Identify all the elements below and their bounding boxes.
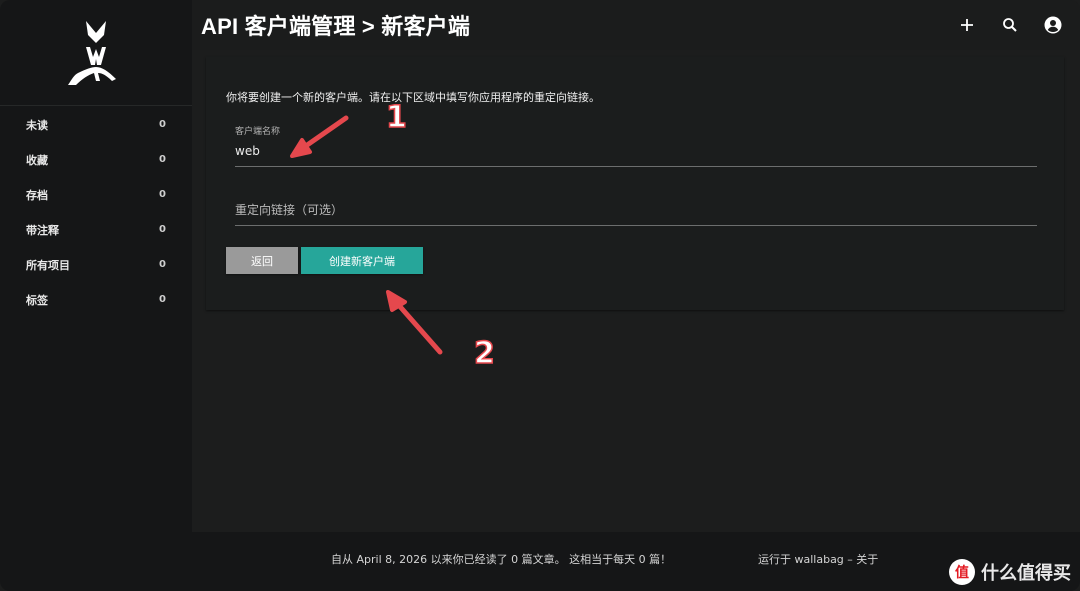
client-name-input[interactable] xyxy=(235,138,1037,167)
sidebar-item-tags[interactable]: 标签 0 xyxy=(0,282,192,317)
top-bar: API 客户端管理 > 新客户端 xyxy=(192,0,1080,50)
sidebar-item-unread[interactable]: 未读 0 xyxy=(0,107,192,142)
sidebar-item-archive[interactable]: 存档 0 xyxy=(0,177,192,212)
watermark: 值 什么值得买 xyxy=(949,559,1071,585)
sidebar-item-count: 0 xyxy=(159,119,166,130)
wallabag-logo-icon xyxy=(68,20,116,85)
watermark-badge-icon: 值 xyxy=(949,559,975,585)
sidebar-item-label: 所有项目 xyxy=(26,258,70,272)
new-client-card: 你将要创建一个新的客户端。请在以下区域中填写你应用程序的重定向链接。 客户端名称… xyxy=(206,57,1064,310)
client-name-field: 客户端名称 xyxy=(235,119,1037,167)
sidebar-item-starred[interactable]: 收藏 0 xyxy=(0,142,192,177)
sidebar-item-label: 带注释 xyxy=(26,223,59,237)
powered-by-link[interactable]: 运行于 wallabag – 关于 xyxy=(758,551,878,567)
footer: 自从 April 8, 2026 以来你已经读了 0 篇文章。 这相当于每天 0… xyxy=(192,532,1080,591)
sidebar-item-label: 存档 xyxy=(26,188,48,202)
back-button[interactable]: 返回 xyxy=(226,247,298,274)
annotation-step-1: 1 xyxy=(385,99,407,136)
sidebar-item-count: 0 xyxy=(159,294,166,305)
sidebar-item-count: 0 xyxy=(159,224,166,235)
client-name-label: 客户端名称 xyxy=(235,127,281,137)
sidebar-item-label: 收藏 xyxy=(26,153,48,167)
sidebar: 未读 0 收藏 0 存档 0 带注释 0 所有项目 0 标签 0 xyxy=(0,0,192,591)
app-window: 未读 0 收藏 0 存档 0 带注释 0 所有项目 0 标签 0 API 客户端管理 > 新… xyxy=(0,0,1080,591)
redirect-uri-input[interactable] xyxy=(235,197,1037,226)
reading-stats: 自从 April 8, 2026 以来你已经读了 0 篇文章。 这相当于每天 0… xyxy=(331,553,672,566)
watermark-text: 什么值得买 xyxy=(981,563,1071,584)
sidebar-item-count: 0 xyxy=(159,154,166,165)
plus-icon[interactable] xyxy=(955,13,979,37)
page-title: API 客户端管理 > 新客户端 xyxy=(201,14,471,39)
redirect-uri-field xyxy=(235,197,1037,226)
sidebar-item-count: 0 xyxy=(159,189,166,200)
intro-text: 你将要创建一个新的客户端。请在以下区域中填写你应用程序的重定向链接。 xyxy=(226,91,600,104)
search-icon[interactable] xyxy=(998,13,1022,37)
create-client-button[interactable]: 创建新客户端 xyxy=(301,247,423,274)
account-icon[interactable] xyxy=(1041,13,1065,37)
sidebar-item-count: 0 xyxy=(159,259,166,270)
annotation-step-2: 2 xyxy=(473,335,495,372)
sidebar-item-annotated[interactable]: 带注释 0 xyxy=(0,212,192,247)
wallabag-logo[interactable] xyxy=(0,0,192,106)
sidebar-nav: 未读 0 收藏 0 存档 0 带注释 0 所有项目 0 标签 0 xyxy=(0,107,192,317)
sidebar-item-label: 标签 xyxy=(26,293,48,307)
sidebar-item-label: 未读 xyxy=(26,118,48,132)
sidebar-item-all[interactable]: 所有项目 0 xyxy=(0,247,192,282)
